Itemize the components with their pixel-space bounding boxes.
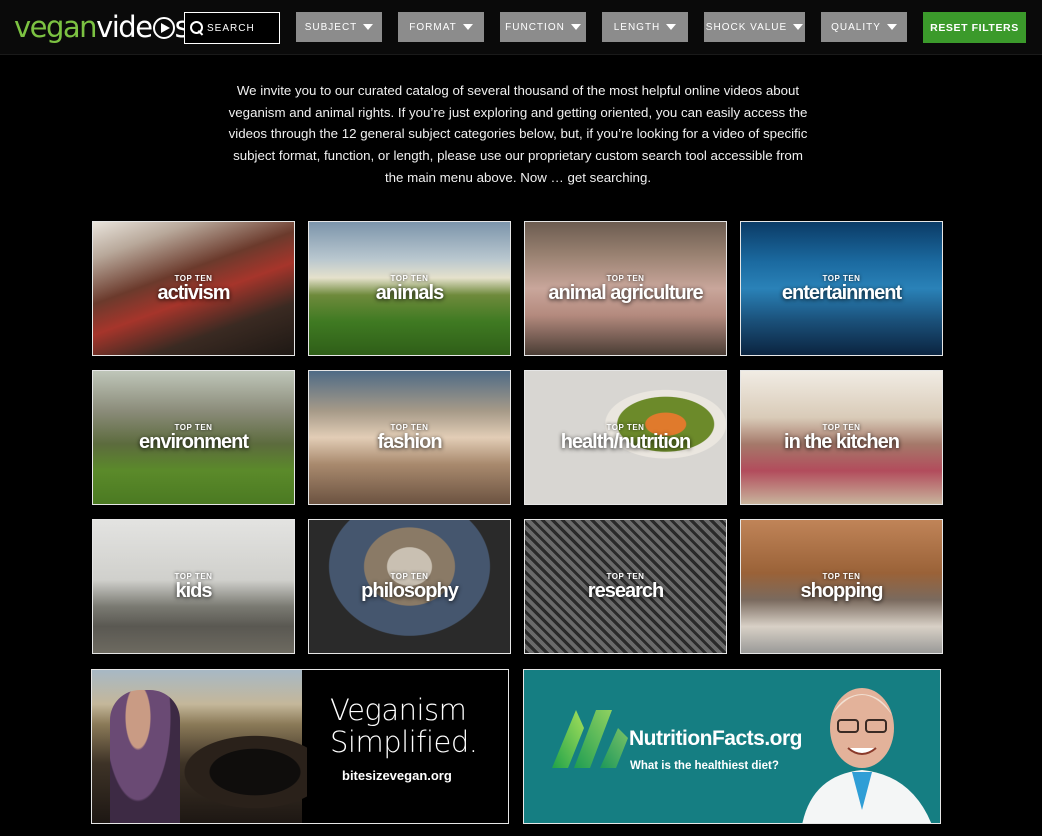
category-tile-research[interactable]: TOP TEN research [524, 519, 727, 654]
category-tile-kids[interactable]: TOP TEN kids [92, 519, 295, 654]
nutritionfacts-logo-icon [552, 710, 628, 768]
ad-photo [92, 670, 307, 823]
search-input[interactable] [207, 22, 279, 34]
tile-category-name: entertainment [781, 282, 902, 304]
tile-category-name: shopping [800, 580, 884, 602]
tile-category-name: activism [157, 282, 230, 304]
logo-vegan-text: vegan [14, 10, 98, 44]
filter-length-dropdown[interactable]: LENGTH [602, 12, 688, 42]
filter-label: SHOCK VALUE [705, 21, 788, 33]
category-tile-health-nutrition[interactable]: TOP TEN health/nutrition [524, 370, 727, 505]
tile-category-name: environment [138, 431, 249, 453]
tile-category-name: fashion [377, 431, 442, 453]
play-icon [152, 17, 175, 39]
ad-brand-name: NutritionFacts.org [629, 727, 803, 750]
caret-down-icon [363, 24, 374, 30]
filter-shock-value-dropdown[interactable]: SHOCK VALUE [704, 12, 805, 42]
category-tile-in-the-kitchen[interactable]: TOP TEN in the kitchen [740, 370, 943, 505]
filter-label: FUNCTION [505, 21, 565, 33]
tile-category-name: philosophy [361, 580, 459, 602]
tile-category-name: animals [375, 282, 444, 304]
filter-function-dropdown[interactable]: FUNCTION [500, 12, 586, 42]
category-tile-philosophy[interactable]: TOP TEN philosophy [308, 519, 511, 654]
ad-bitesizevegan[interactable]: Veganism Simplified. bitesizevegan.org [91, 669, 509, 824]
ad-url: bitesizevegan.org [342, 768, 452, 783]
caret-down-icon [462, 24, 473, 30]
caret-down-icon [886, 24, 897, 30]
caret-down-icon [666, 24, 677, 30]
category-tile-activism[interactable]: TOP TEN activism [92, 221, 295, 356]
tile-category-name: kids [175, 580, 212, 602]
site-header: veganvides SUBJECT FORMAT FUNCTION LENGT… [0, 0, 1042, 55]
filter-label: LENGTH [613, 21, 661, 33]
ad-headline-line2: Simplified. [330, 725, 478, 759]
filter-label: QUALITY [831, 21, 881, 33]
doctor-portrait [802, 688, 932, 823]
ad-photo-person [110, 690, 180, 823]
search-box[interactable] [184, 12, 280, 44]
ad-photo-animal [177, 732, 307, 812]
filter-format-dropdown[interactable]: FORMAT [398, 12, 484, 42]
category-tile-entertainment[interactable]: TOP TEN entertainment [740, 221, 943, 356]
category-tile-environment[interactable]: TOP TEN environment [92, 370, 295, 505]
category-tile-fashion[interactable]: TOP TEN fashion [308, 370, 511, 505]
site-logo[interactable]: veganvide s [14, 10, 190, 44]
intro-text: We invite you to our curated catalog of … [228, 83, 808, 185]
ad-tagline: What is the healthiest diet? [630, 760, 779, 772]
search-icon [190, 21, 203, 35]
filter-subject-dropdown[interactable]: SUBJECT [296, 12, 382, 42]
category-tile-animal-agriculture[interactable]: TOP TEN animal agriculture [524, 221, 727, 356]
ad-nutritionfacts[interactable]: NutritionFacts.org What is the healthies… [523, 669, 941, 824]
category-tile-shopping[interactable]: TOP TEN shopping [740, 519, 943, 654]
logo-videos-text: vide [96, 10, 153, 44]
caret-down-icon [793, 24, 804, 30]
category-tile-animals[interactable]: TOP TEN animals [308, 221, 511, 356]
filter-quality-dropdown[interactable]: QUALITY [821, 12, 907, 42]
tile-category-name: health/nutrition [560, 431, 692, 453]
filter-label: FORMAT [409, 21, 457, 33]
caret-down-icon [570, 24, 581, 30]
tile-category-name: research [587, 580, 664, 602]
ad-headline: Veganism Simplified. [330, 693, 478, 759]
tile-category-name: animal agriculture [548, 282, 703, 304]
filter-label: SUBJECT [304, 21, 358, 33]
tile-category-name: in the kitchen [784, 431, 900, 453]
reset-filters-button[interactable]: RESET FILTERS [923, 12, 1026, 43]
ad-headline-line1: Veganism [330, 693, 467, 727]
